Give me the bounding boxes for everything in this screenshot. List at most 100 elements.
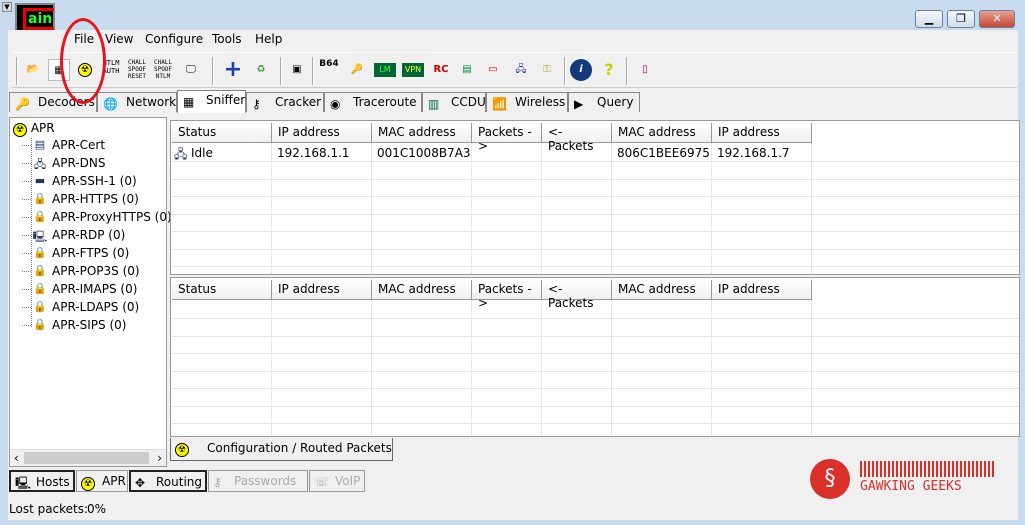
info-icon[interactable]: i <box>570 59 592 81</box>
tree-horizontal-scrollbar[interactable]: ‹ › <box>10 449 166 466</box>
column-header[interactable]: <- Packets <box>542 123 612 153</box>
lm-icon[interactable]: LM <box>374 63 396 77</box>
table-row[interactable]: Idle 192.168.1.1 001C1008B7A3 806C1BEE6975 1… <box>171 145 1019 162</box>
key-icon[interactable]: 🔑 <box>346 59 368 81</box>
table-cell: 192.168.1.1 <box>277 146 350 160</box>
tab-label: Network <box>126 95 177 109</box>
rdp-icon[interactable]: 🖧 <box>510 59 532 81</box>
tree-item[interactable]: 🔒 APR-POP3S (0) <box>22 264 140 278</box>
highlight-circle <box>60 18 106 104</box>
cert-icon: ▤ <box>34 138 46 151</box>
tree-item[interactable]: 🔒 APR-IMAPS (0) <box>22 282 137 296</box>
tab-label: Cracker <box>275 95 322 109</box>
base64-icon[interactable]: B64 <box>318 59 340 81</box>
open-icon[interactable]: 📂 <box>22 59 44 81</box>
tree-item[interactable]: ▤ APR-Cert <box>22 138 105 152</box>
close-button[interactable]: ✕ <box>979 10 1015 28</box>
menu-view[interactable]: View <box>105 32 133 46</box>
watermark-text: GAWKING GEEKS <box>860 479 962 494</box>
bottom-hosts-table: Status IP address MAC address Packets -> <- … <box>170 277 1020 437</box>
system-menu-icon[interactable]: ▼ <box>2 2 12 12</box>
rc-icon[interactable]: RC <box>430 59 452 81</box>
tree-item-label: APR-FTPS (0) <box>52 246 130 260</box>
chall-spoof-ntlm-icon[interactable]: CHALL SPOOF NTLM <box>152 59 174 81</box>
menu-configure[interactable]: Configure <box>145 32 203 46</box>
tree-root-apr[interactable]: ☢ APR <box>13 121 55 137</box>
table-cell: 001C1008B7A3 <box>377 146 471 160</box>
tab-label: Traceroute <box>353 95 417 109</box>
hosts-icon: 🖳 <box>15 476 32 490</box>
tree-item[interactable]: 🔒 APR-HTTPS (0) <box>22 192 139 206</box>
tree-item-label: APR-SSH-1 (0) <box>52 174 137 188</box>
capture-icon[interactable]: 🖵 <box>180 59 202 81</box>
recycle-icon[interactable]: ♻ <box>250 59 272 81</box>
bottom-tab-routing[interactable]: ✥ Routing <box>129 470 207 492</box>
exit-icon[interactable]: ▯ <box>634 59 656 81</box>
tree-item-label: APR-DNS <box>52 156 106 170</box>
cracker-icon: ⚷ <box>252 97 261 111</box>
status-lost-packets-value: 0% <box>87 502 107 516</box>
add-icon[interactable]: + <box>222 59 244 81</box>
maximize-button[interactable]: ❐ <box>947 10 975 28</box>
menu-tools[interactable]: Tools <box>212 32 242 46</box>
column-header[interactable]: <- Packets <box>542 280 612 310</box>
query-icon: ▶ <box>574 97 584 111</box>
column-header[interactable]: MAC address <box>612 280 712 300</box>
bottom-tab-hosts[interactable]: 🖳 Hosts <box>9 470 75 492</box>
hash-icon[interactable]: ▣ <box>286 59 308 81</box>
lock-icon: 🔒 <box>33 282 47 295</box>
tab-label: Routing <box>156 475 203 489</box>
tab-query[interactable]: ▶ Query <box>568 92 640 112</box>
toolbar: 📂 ▦ ☢ NTLM AUTH CHALL SPOOF RESET CHALL … <box>12 52 1017 88</box>
help-icon[interactable]: ? <box>598 59 620 81</box>
column-header[interactable]: Packets -> <box>472 123 542 153</box>
subtab-configuration-routed-packets[interactable]: ☢ Configuration / Routed Packets <box>170 438 393 461</box>
tab-cracker[interactable]: ⚷ Cracker <box>246 92 324 112</box>
apr-icon: ☢ <box>81 472 95 492</box>
bottom-tab-passwords: ⚷ Passwords <box>208 470 308 492</box>
tab-traceroute[interactable]: ◉ Traceroute <box>324 92 422 112</box>
tree-item[interactable]: 🖳 APR-RDP (0) <box>22 228 125 243</box>
column-header[interactable]: IP address <box>712 280 812 300</box>
column-header[interactable]: Status <box>172 123 272 143</box>
tab-wireless[interactable]: 📶 Wireless <box>486 92 568 112</box>
tab-network[interactable]: 🌐 Network <box>97 92 177 112</box>
tab-label: VoIP <box>335 474 361 488</box>
column-header[interactable]: Status <box>172 280 272 300</box>
tree-item-label: APR-SIPS (0) <box>52 318 127 332</box>
bottom-tab-apr[interactable]: ☢ APR <box>76 470 128 492</box>
column-header[interactable]: IP address <box>272 123 372 143</box>
menu-help[interactable]: Help <box>255 32 282 46</box>
sniffer-icon: ▦ <box>183 95 195 109</box>
tab-sniffer[interactable]: ▦ Sniffer <box>177 90 246 113</box>
column-header[interactable]: IP address <box>272 280 372 300</box>
subtab-label: Configuration / Routed Packets <box>207 441 392 455</box>
vpn-icon[interactable]: VPN <box>402 63 424 77</box>
chall-spoof-reset-icon[interactable]: CHALL SPOOF RESET <box>126 59 148 81</box>
tab-label: Wireless <box>515 95 566 109</box>
top-hosts-table: Status IP address MAC address Packets -> <- … <box>170 120 1020 275</box>
tree-item[interactable]: 🔒 APR-LDAPS (0) <box>22 300 139 314</box>
tab-label: Sniffer <box>206 93 246 107</box>
column-header[interactable]: MAC address <box>612 123 712 143</box>
tree-item[interactable]: 🔒 APR-FTPS (0) <box>22 246 130 260</box>
host-pair-icon: 🖧 <box>174 147 188 161</box>
tree-item[interactable]: 🔒 APR-SIPS (0) <box>22 318 127 332</box>
tab-ccdu[interactable]: ▥ CCDU <box>422 92 486 112</box>
column-header[interactable]: Packets -> <box>472 280 542 310</box>
tree-item[interactable]: 🖧 APR-DNS <box>22 156 106 171</box>
column-header[interactable]: MAC address <box>372 280 472 300</box>
network-icon: 🌐 <box>103 97 118 111</box>
password-icon[interactable]: ⚿ <box>536 59 558 81</box>
tree-item-label: APR-POP3S (0) <box>52 264 140 278</box>
lock-icon: 🔒 <box>33 300 47 313</box>
column-header[interactable]: MAC address <box>372 123 472 143</box>
monitor-icon[interactable]: ▭ <box>482 59 504 81</box>
column-header[interactable]: IP address <box>712 123 812 143</box>
tree-item[interactable]: ▬ APR-SSH-1 (0) <box>22 174 137 188</box>
tree-item[interactable]: 🔒 APR-ProxyHTTPS (0) <box>22 210 172 224</box>
minimize-button[interactable]: ▁ <box>915 10 943 28</box>
tree-root-label: APR <box>30 121 55 135</box>
card-icon[interactable]: ▤ <box>456 59 478 81</box>
lock-icon: 🔒 <box>33 318 47 331</box>
